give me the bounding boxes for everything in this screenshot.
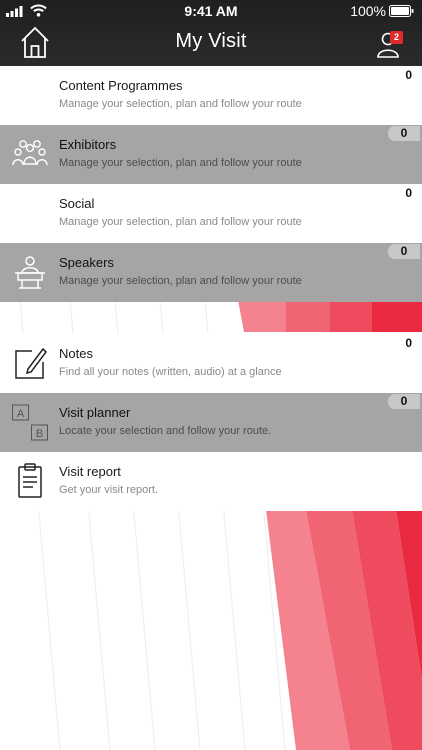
menu-item-visit-planner[interactable]: A B Visit planner Locate your selection … [0, 393, 422, 452]
menu-item-social[interactable]: Social Manage your selection, plan and f… [0, 184, 422, 243]
speaker-podium-icon [15, 256, 45, 289]
menu-item-exhibitors[interactable]: Exhibitors Manage your selection, plan a… [0, 125, 422, 184]
menu-item-label: Exhibitors [59, 137, 117, 152]
menu-item-description: Manage your selection, plan and follow y… [59, 275, 302, 287]
visit-menu-list: Content Programmes Manage your selection… [0, 66, 422, 511]
menu-item-description: Locate your selection and follow your ro… [59, 425, 272, 437]
nav-bar: My Visit 2 [0, 24, 422, 66]
menu-item-label: Speakers [59, 255, 114, 270]
ab-route-icon: A B [12, 404, 48, 441]
svg-text:A: A [17, 408, 25, 420]
app-header: 9:41 AM 100% My Visit 2 [0, 0, 422, 66]
menu-item-count: 0 [405, 336, 412, 350]
menu-item-label: Visit planner [59, 405, 131, 420]
svg-text:B: B [36, 428, 43, 440]
menu-item-count: 0 [388, 394, 420, 409]
menu-item-description: Manage your selection, plan and follow y… [59, 98, 302, 110]
menu-item-label: Social [59, 196, 95, 211]
menu-item-label: Notes [59, 346, 93, 361]
menu-item-count: 0 [405, 186, 412, 200]
menu-item-content-programmes[interactable]: Content Programmes Manage your selection… [0, 66, 422, 125]
menu-item-count: 0 [405, 68, 412, 82]
menu-item-visit-report[interactable]: Visit report Get your visit report. [0, 452, 422, 511]
status-bar: 9:41 AM 100% [0, 0, 422, 24]
menu-item-description: Find all your notes (written, audio) at … [59, 366, 282, 378]
menu-item-description: Manage your selection, plan and follow y… [59, 216, 302, 228]
menu-item-description: Manage your selection, plan and follow y… [59, 157, 302, 169]
menu-item-notes[interactable]: Notes Find all your notes (written, audi… [0, 334, 422, 393]
people-group-icon [12, 140, 48, 166]
menu-item-count: 0 [388, 244, 420, 259]
menu-item-count: 0 [388, 126, 420, 141]
page-title: My Visit [175, 30, 247, 52]
menu-item-label: Content Programmes [59, 78, 183, 93]
menu-item-label: Visit report [59, 464, 121, 479]
battery-percentage: 100% [350, 3, 386, 19]
clipboard-icon [18, 463, 42, 498]
menu-item-description: Get your visit report. [59, 484, 159, 496]
notification-badge: 2 [390, 31, 403, 44]
battery-icon [389, 5, 414, 17]
note-pencil-icon [15, 347, 47, 379]
menu-item-speakers[interactable]: Speakers Manage your selection, plan and… [0, 243, 422, 302]
